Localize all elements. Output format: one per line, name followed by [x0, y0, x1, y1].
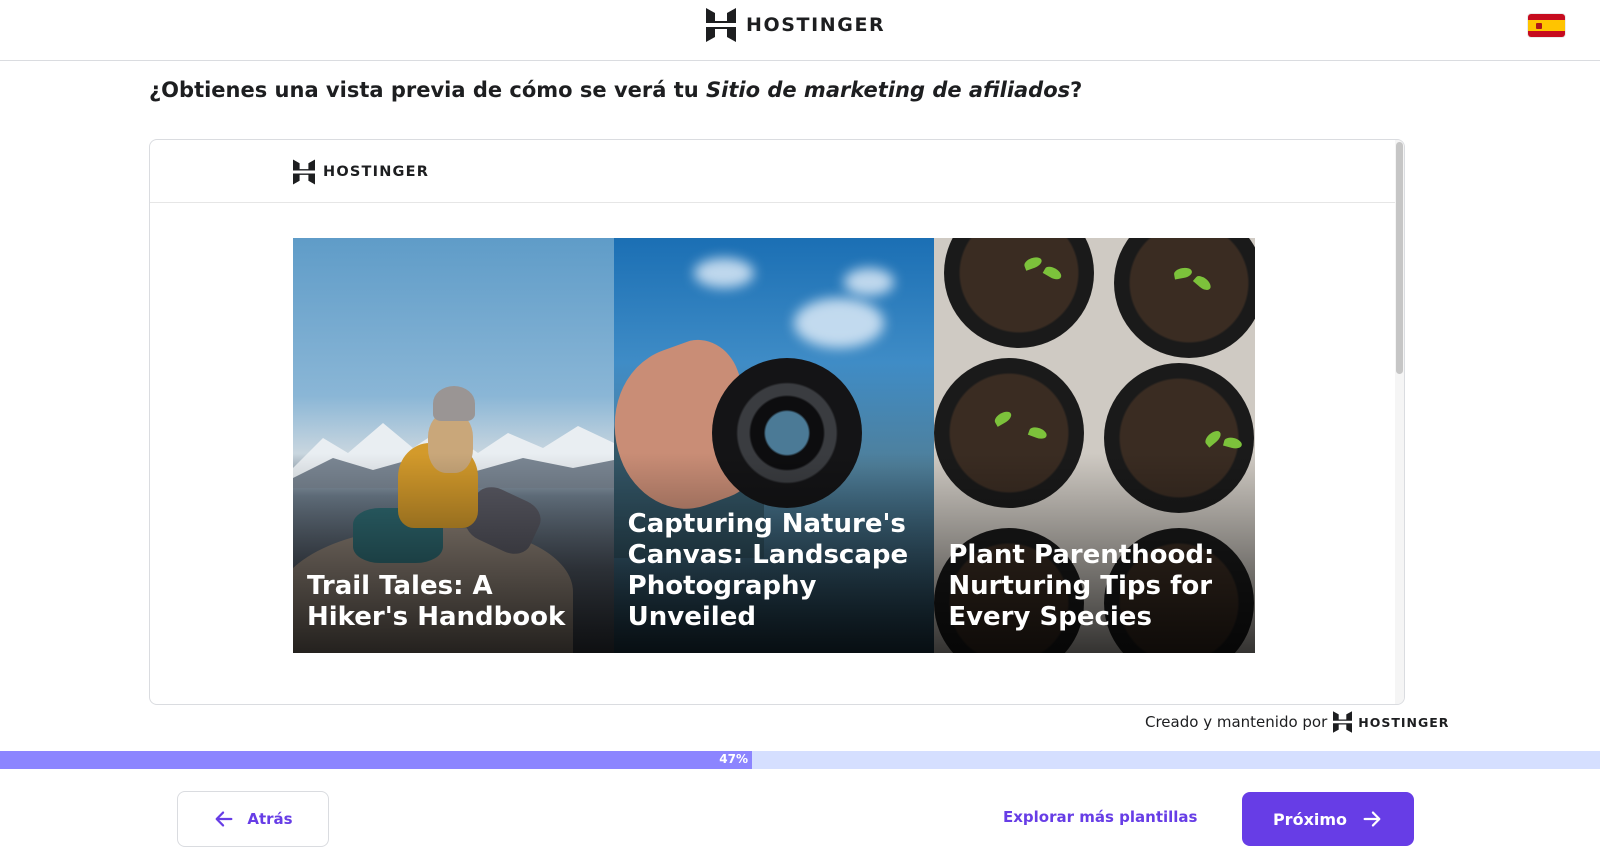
hostinger-logo[interactable]: HOSTINGER [706, 8, 885, 42]
next-button[interactable]: Próximo [1242, 792, 1414, 846]
credit-line: Creado y mantenido por HOSTINGER [1145, 711, 1449, 733]
post-card-lens[interactable]: Capturing Nature's Canvas: Landscape Pho… [613, 238, 935, 653]
credit-brand-name: HOSTINGER [1358, 714, 1450, 730]
progress-label: 47% [719, 752, 748, 766]
back-button[interactable]: Atrás [177, 791, 329, 847]
scrollbar-thumb[interactable] [1396, 142, 1403, 374]
template-preview[interactable]: HOSTINGER Trail Tales: A Hiker's Handboo… [149, 139, 1405, 705]
preview-scrollbar[interactable] [1395, 140, 1404, 704]
progress-bar: 47% [0, 751, 1600, 769]
post-title[interactable]: Trail Tales: A Hiker's Handbook [307, 571, 602, 633]
post-title[interactable]: Plant Parenthood: Nurturing Tips for Eve… [948, 540, 1243, 633]
post-title[interactable]: Capturing Nature's Canvas: Landscape Pho… [628, 509, 923, 633]
title-suffix: ? [1070, 78, 1083, 102]
explore-templates-link[interactable]: Explorar más plantillas [1003, 808, 1197, 826]
spain-flag-icon[interactable] [1528, 14, 1565, 37]
next-label: Próximo [1272, 809, 1348, 829]
back-label: Atrás [247, 810, 293, 828]
credit-text: Creado y mantenido por [1145, 713, 1328, 731]
hostinger-h-icon [706, 8, 736, 42]
hostinger-h-icon [293, 159, 315, 185]
arrow-left-icon [215, 811, 233, 827]
preview-brand-name: HOSTINGER [323, 164, 430, 180]
progress-fill: 47% [0, 751, 752, 769]
site-type: Sitio de marketing de afiliados [706, 78, 1071, 102]
title-prefix: ¿Obtienes una vista previa de cómo se ve… [149, 78, 707, 102]
hostinger-h-icon [1333, 711, 1353, 733]
brand-name: HOSTINGER [746, 14, 886, 36]
top-bar: HOSTINGER [0, 0, 1600, 61]
post-card-plants[interactable]: Plant Parenthood: Nurturing Tips for Eve… [934, 238, 1256, 653]
featured-posts: Trail Tales: A Hiker's Handbook Capturin… [293, 238, 1256, 653]
page-title: ¿Obtienes una vista previa de cómo se ve… [149, 78, 1082, 102]
post-card-hiker[interactable]: Trail Tales: A Hiker's Handbook [293, 238, 614, 653]
preview-header: HOSTINGER [150, 140, 1404, 203]
preview-logo: HOSTINGER [293, 159, 429, 185]
arrow-right-icon [1363, 811, 1381, 827]
